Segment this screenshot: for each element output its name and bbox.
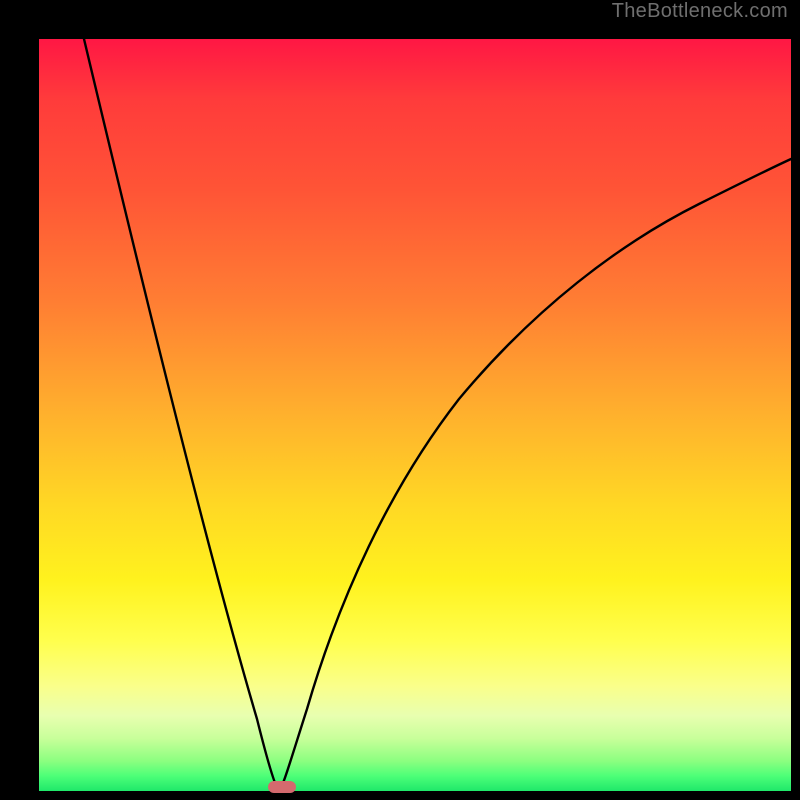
watermark-text: TheBottleneck.com	[612, 0, 788, 23]
curve-path	[84, 39, 791, 791]
bottleneck-curve	[39, 39, 791, 791]
chart-frame	[15, 15, 785, 785]
optimal-marker	[268, 781, 296, 793]
